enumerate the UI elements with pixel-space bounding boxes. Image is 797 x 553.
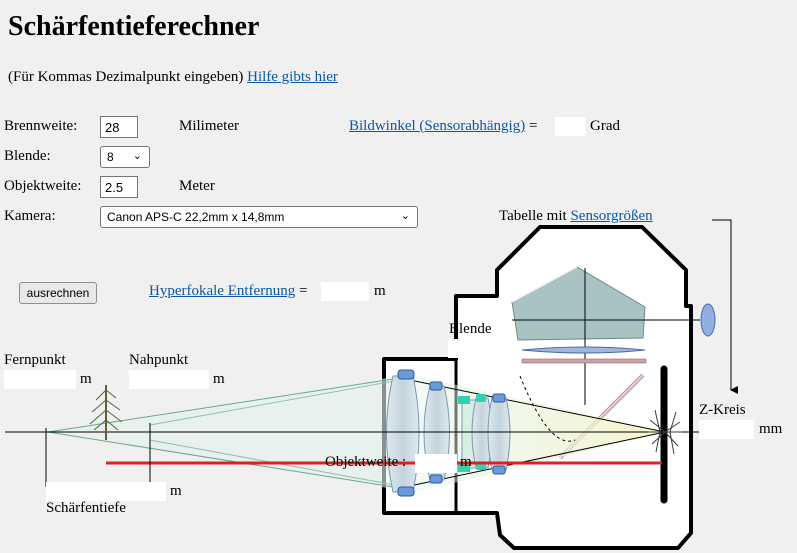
coc-unit: mm — [759, 421, 783, 437]
dof-label: Schärfentiefe — [46, 500, 126, 516]
object-distance-unit: m — [460, 454, 472, 470]
lens-element — [487, 397, 511, 471]
coc-label: Z-Kreis — [699, 402, 746, 418]
far-point-unit: m — [80, 371, 92, 387]
near-point-label: Nahpunkt — [129, 352, 189, 368]
calculate-button[interactable]: ausrechnen — [19, 282, 97, 304]
hyperfocal-eq: = — [298, 283, 308, 299]
object-distance-label: Objektweite : — [325, 454, 407, 470]
dof-output[interactable] — [46, 482, 166, 501]
near-point-unit: m — [213, 371, 225, 387]
hyperfocal-row: Hyperfokale Entfernung = — [149, 283, 307, 300]
coc-output[interactable] — [699, 420, 754, 439]
hyperfocal-output[interactable] — [321, 282, 369, 301]
lens-element — [386, 375, 420, 493]
hyperfocal-link[interactable]: Hyperfokale Entfernung — [149, 283, 295, 299]
far-point-output[interactable] — [4, 370, 76, 389]
blende-label: Blende — [449, 321, 492, 337]
near-point-output[interactable] — [129, 370, 209, 389]
dof-unit: m — [170, 483, 182, 499]
object-distance-output[interactable] — [415, 454, 457, 473]
blende-output[interactable] — [448, 339, 473, 358]
far-point-label: Fernpunkt — [4, 352, 66, 368]
hyperfocal-unit: m — [374, 283, 386, 299]
